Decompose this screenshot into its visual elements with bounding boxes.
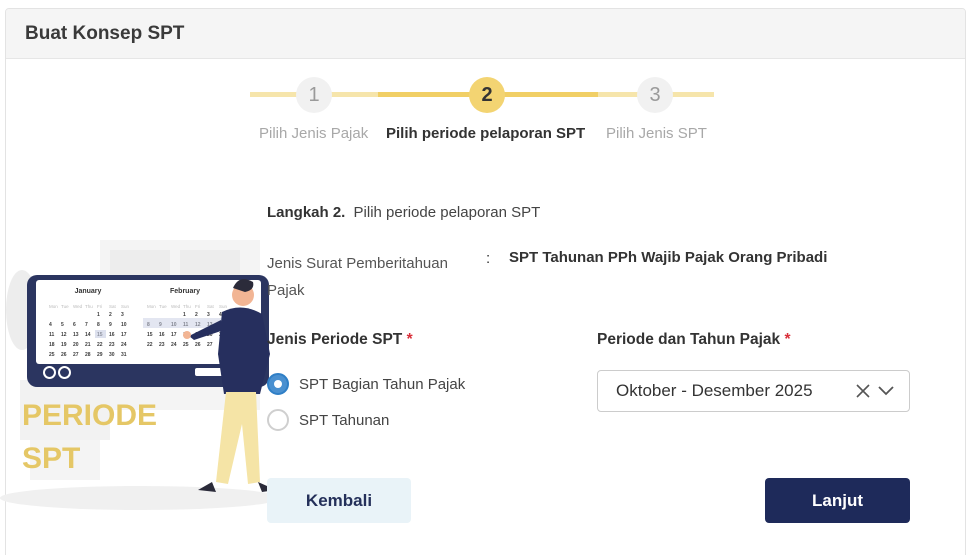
step-1-number: 1: [308, 83, 320, 106]
step-2-circle: 2: [469, 77, 505, 113]
periode-spt-illustration: January February Mon Tue Wed Thu Fri Sat Sun M…: [0, 230, 290, 520]
svg-text:2: 2: [195, 312, 198, 318]
jenis-periode-title: Jenis Periode SPT *: [267, 331, 413, 349]
periode-tahun-title-text: Periode dan Tahun Pajak: [597, 331, 781, 348]
svg-text:6: 6: [73, 322, 76, 328]
svg-text:22: 22: [147, 342, 153, 348]
jenis-spt-value: SPT Tahunan PPh Wajib Pajak Orang Pribad…: [509, 249, 828, 266]
svg-text:24: 24: [171, 342, 177, 348]
cal1-weekday-sun: Sun: [121, 304, 130, 309]
svg-text:21: 21: [85, 342, 91, 348]
chevron-down-icon[interactable]: [877, 385, 895, 397]
illustration-caption-line-1: PERIODE: [22, 399, 157, 432]
cal1-weekday-thu: Thu: [85, 304, 93, 309]
svg-text:19: 19: [61, 342, 67, 348]
periode-tahun-value: Oktober - Desember 2025: [616, 381, 813, 400]
step-1-circle: 1: [296, 77, 332, 113]
next-button[interactable]: Lanjut: [765, 478, 910, 523]
svg-text:23: 23: [159, 342, 165, 348]
svg-text:12: 12: [61, 332, 67, 338]
svg-text:24: 24: [121, 342, 127, 348]
svg-text:17: 17: [121, 332, 127, 338]
clear-icon[interactable]: [855, 383, 871, 399]
radio-label-bagian-tahun: SPT Bagian Tahun Pajak: [299, 375, 466, 393]
svg-text:29: 29: [97, 352, 103, 358]
svg-text:25: 25: [183, 342, 189, 348]
svg-text:1: 1: [97, 312, 100, 318]
svg-text:11: 11: [49, 332, 55, 338]
back-button[interactable]: Kembali: [267, 478, 411, 523]
svg-text:5: 5: [61, 322, 64, 328]
cal1-weekday-fri: Fri: [97, 304, 102, 309]
jenis-periode-title-text: Jenis Periode SPT: [267, 331, 403, 348]
cal2-weekday-wed: Wed: [171, 304, 181, 309]
svg-text:27: 27: [73, 352, 79, 358]
step-3-label: Pilih Jenis SPT: [606, 125, 707, 142]
cal2-weekday-sun: Sun: [219, 304, 228, 309]
svg-text:15: 15: [147, 332, 153, 338]
step-heading: Langkah 2. Pilih periode pelaporan SPT: [267, 204, 540, 221]
step-heading-text: Pilih periode pelaporan SPT: [353, 204, 541, 221]
radio-unchecked-icon[interactable]: [267, 409, 289, 431]
radio-spt-bagian-tahun[interactable]: SPT Bagian Tahun Pajak: [267, 373, 465, 395]
svg-text:13: 13: [73, 332, 79, 338]
svg-text:23: 23: [109, 342, 115, 348]
calendar-person-illustration: January February Mon Tue Wed Thu Fri Sat Sun M…: [0, 240, 280, 510]
step-1-label: Pilih Jenis Pajak: [259, 125, 369, 142]
cal1-weekday-wed: Wed: [73, 304, 83, 309]
step-3-circle: 3: [637, 77, 673, 113]
radio-spt-tahunan[interactable]: SPT Tahunan: [267, 409, 389, 431]
svg-text:22: 22: [97, 342, 103, 348]
calendar-month-1: January: [75, 288, 102, 295]
cal2-weekday-mon: Mon: [147, 304, 156, 309]
svg-text:10: 10: [121, 322, 127, 328]
periode-tahun-select[interactable]: Oktober - Desember 2025: [597, 370, 910, 412]
cal2-weekday-thu: Thu: [183, 304, 191, 309]
svg-text:7: 7: [85, 322, 88, 328]
svg-text:27: 27: [207, 342, 213, 348]
jenis-spt-label: Jenis Surat Pemberitahuan Pajak: [267, 255, 448, 299]
svg-text:3: 3: [207, 312, 210, 318]
svg-text:20: 20: [73, 342, 79, 348]
cal1-weekday-sat: Sat: [109, 304, 117, 309]
cal2-weekday-sat: Sat: [207, 304, 215, 309]
svg-text:31: 31: [121, 352, 127, 358]
cal1-weekday-tue: Tue: [61, 304, 69, 309]
step-2-number: 2: [481, 83, 493, 106]
calendar-month-2: February: [170, 288, 200, 295]
cal1-weekday-mon: Mon: [49, 304, 58, 309]
svg-text:1: 1: [183, 312, 186, 318]
svg-text:16: 16: [159, 332, 165, 338]
required-asterisk: *: [784, 331, 791, 348]
svg-text:26: 26: [61, 352, 67, 358]
select-controls: [855, 383, 909, 399]
step-prefix: Langkah 2.: [267, 204, 346, 221]
svg-text:16: 16: [109, 332, 115, 338]
jenis-spt-colon: :: [486, 250, 491, 267]
svg-text:17: 17: [171, 332, 177, 338]
svg-text:14: 14: [85, 332, 91, 338]
step-2-label: Pilih periode pelaporan SPT: [386, 125, 586, 142]
svg-text:26: 26: [195, 342, 201, 348]
svg-text:18: 18: [49, 342, 55, 348]
svg-text:8: 8: [97, 322, 100, 328]
cal2-weekday-tue: Tue: [159, 304, 167, 309]
svg-text:3: 3: [121, 312, 124, 318]
svg-text:9: 9: [109, 322, 112, 328]
svg-text:30: 30: [109, 352, 115, 358]
required-asterisk: *: [406, 331, 413, 348]
radio-label-tahunan: SPT Tahunan: [299, 411, 390, 429]
radio-checked-icon[interactable]: [267, 373, 289, 395]
periode-tahun-title: Periode dan Tahun Pajak *: [597, 331, 791, 349]
svg-text:2: 2: [109, 312, 112, 318]
cal2-weekday-fri: Fri: [195, 304, 200, 309]
svg-text:4: 4: [49, 322, 52, 328]
step-3-number: 3: [649, 83, 661, 106]
stepper: 1 2 3 Pilih Jenis Pajak Pilih periode pe…: [0, 0, 969, 170]
illustration-caption-line-2: SPT: [22, 442, 80, 475]
svg-text:25: 25: [49, 352, 55, 358]
svg-text:28: 28: [85, 352, 91, 358]
